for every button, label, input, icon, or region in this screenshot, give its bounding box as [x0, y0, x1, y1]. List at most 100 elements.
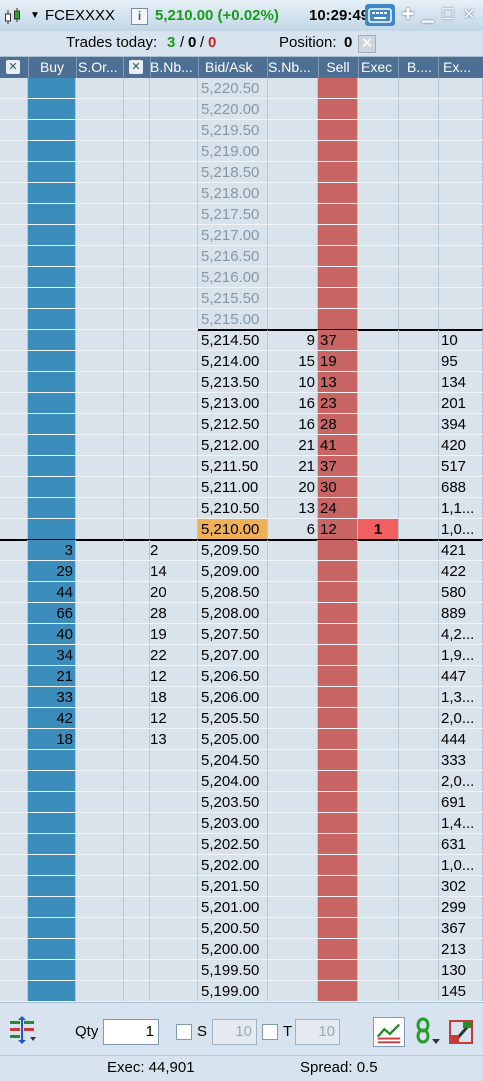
buy-cell[interactable]	[28, 981, 76, 1001]
ex-cell[interactable]: 1,1...	[439, 498, 483, 518]
bnb-marker-cell[interactable]	[124, 393, 150, 413]
bnb-marker-cell[interactable]	[124, 729, 150, 749]
bnb-marker-cell[interactable]	[124, 624, 150, 644]
buy-number-cell[interactable]	[150, 897, 198, 917]
sell-number-cell[interactable]: 16	[268, 393, 318, 413]
ladder-margin-cell[interactable]	[0, 582, 28, 602]
buy-cell[interactable]: 42	[28, 708, 76, 728]
sell-cell[interactable]: 37	[318, 330, 358, 350]
buy-number-cell[interactable]: 13	[150, 729, 198, 749]
price-cell[interactable]: 5,219.00	[198, 141, 268, 161]
sell-cell[interactable]: 13	[318, 372, 358, 392]
ex-cell[interactable]	[439, 78, 483, 98]
b-cell[interactable]	[399, 897, 439, 917]
exec-cell[interactable]	[358, 876, 399, 896]
exec-cell[interactable]	[358, 414, 399, 434]
ladder-icon[interactable]	[8, 1015, 38, 1045]
exec-cell[interactable]	[358, 78, 399, 98]
buy-cell[interactable]	[28, 435, 76, 455]
buy-number-cell[interactable]	[150, 456, 198, 476]
ex-cell[interactable]	[439, 246, 483, 266]
ladder-margin-cell[interactable]	[0, 729, 28, 749]
b-cell[interactable]	[399, 372, 439, 392]
chart-icon[interactable]	[4, 8, 24, 26]
price-cell[interactable]: 5,204.00	[198, 771, 268, 791]
column-close-icon[interactable]: ✕	[6, 60, 20, 74]
ex-cell[interactable]: 2,0...	[439, 771, 483, 791]
ex-cell[interactable]: 299	[439, 897, 483, 917]
ladder-row[interactable]: 5,212.50 16 28 394	[0, 414, 483, 435]
b-cell[interactable]	[399, 960, 439, 980]
price-cell[interactable]: 5,220.50	[198, 78, 268, 98]
sell-number-cell[interactable]	[268, 729, 318, 749]
sell-cell[interactable]	[318, 162, 358, 182]
exec-cell[interactable]	[358, 456, 399, 476]
sell-cell[interactable]	[318, 267, 358, 287]
b-cell[interactable]	[399, 456, 439, 476]
ladder-margin-cell[interactable]	[0, 897, 28, 917]
ladder-row[interactable]: 5,202.00 1,0...	[0, 855, 483, 876]
sell-cell[interactable]	[318, 939, 358, 959]
sell-number-cell[interactable]	[268, 267, 318, 287]
buy-number-cell[interactable]	[150, 288, 198, 308]
b-cell[interactable]	[399, 771, 439, 791]
sell-orders-cell[interactable]	[76, 561, 124, 581]
header-ex[interactable]: Ex...	[439, 57, 483, 78]
b-cell[interactable]	[399, 183, 439, 203]
ladder-margin-cell[interactable]	[0, 204, 28, 224]
sell-orders-cell[interactable]	[76, 330, 124, 350]
ex-cell[interactable]: 447	[439, 666, 483, 686]
ladder-row[interactable]: 5,217.50	[0, 204, 483, 225]
sell-cell[interactable]	[318, 687, 358, 707]
sell-orders-cell[interactable]	[76, 750, 124, 770]
sell-number-cell[interactable]	[268, 162, 318, 182]
price-cell[interactable]: 5,206.50	[198, 666, 268, 686]
sell-orders-cell[interactable]	[76, 477, 124, 497]
sell-cell[interactable]	[318, 78, 358, 98]
exec-cell[interactable]	[358, 498, 399, 518]
price-cell[interactable]: 5,213.50	[198, 372, 268, 392]
ladder-margin-cell[interactable]	[0, 855, 28, 875]
ladder-margin-cell[interactable]	[0, 540, 28, 560]
ex-cell[interactable]: 420	[439, 435, 483, 455]
ladder-margin-cell[interactable]	[0, 456, 28, 476]
sell-orders-cell[interactable]	[76, 288, 124, 308]
price-cell[interactable]: 5,211.00	[198, 477, 268, 497]
ex-cell[interactable]: 631	[439, 834, 483, 854]
exec-cell[interactable]	[358, 141, 399, 161]
price-cell[interactable]: 5,204.50	[198, 750, 268, 770]
ladder-row[interactable]: 5,199.00 145	[0, 981, 483, 1002]
bnb-marker-cell[interactable]	[124, 267, 150, 287]
ladder-margin-cell[interactable]	[0, 267, 28, 287]
buy-number-cell[interactable]: 28	[150, 603, 198, 623]
sell-orders-cell[interactable]	[76, 204, 124, 224]
ladder-row[interactable]: 5,220.50	[0, 78, 483, 99]
price-cell[interactable]: 5,200.50	[198, 918, 268, 938]
b-cell[interactable]	[399, 624, 439, 644]
buy-cell[interactable]	[28, 393, 76, 413]
sell-orders-cell[interactable]	[76, 624, 124, 644]
ladder-margin-cell[interactable]	[0, 141, 28, 161]
price-cell[interactable]: 5,206.00	[198, 687, 268, 707]
sell-orders-cell[interactable]	[76, 918, 124, 938]
sell-orders-cell[interactable]	[76, 267, 124, 287]
link-icon[interactable]	[412, 1017, 442, 1047]
exec-cell[interactable]	[358, 666, 399, 686]
ladder-row[interactable]: 33 18 5,206.00 1,3...	[0, 687, 483, 708]
ex-cell[interactable]: 421	[439, 540, 483, 560]
ladder-margin-cell[interactable]	[0, 162, 28, 182]
buy-number-cell[interactable]	[150, 792, 198, 812]
sell-number-cell[interactable]: 13	[268, 498, 318, 518]
sell-orders-cell[interactable]	[76, 99, 124, 119]
buy-number-cell[interactable]: 12	[150, 708, 198, 728]
buy-number-cell[interactable]	[150, 498, 198, 518]
sell-number-cell[interactable]: 6	[268, 519, 318, 539]
ex-cell[interactable]: 10	[439, 330, 483, 350]
ex-cell[interactable]	[439, 204, 483, 224]
exec-cell[interactable]	[358, 834, 399, 854]
buy-number-cell[interactable]	[150, 960, 198, 980]
buy-cell[interactable]	[28, 960, 76, 980]
ladder-margin-cell[interactable]	[0, 372, 28, 392]
ladder-row[interactable]: 5,200.50 367	[0, 918, 483, 939]
price-cell[interactable]: 5,220.00	[198, 99, 268, 119]
